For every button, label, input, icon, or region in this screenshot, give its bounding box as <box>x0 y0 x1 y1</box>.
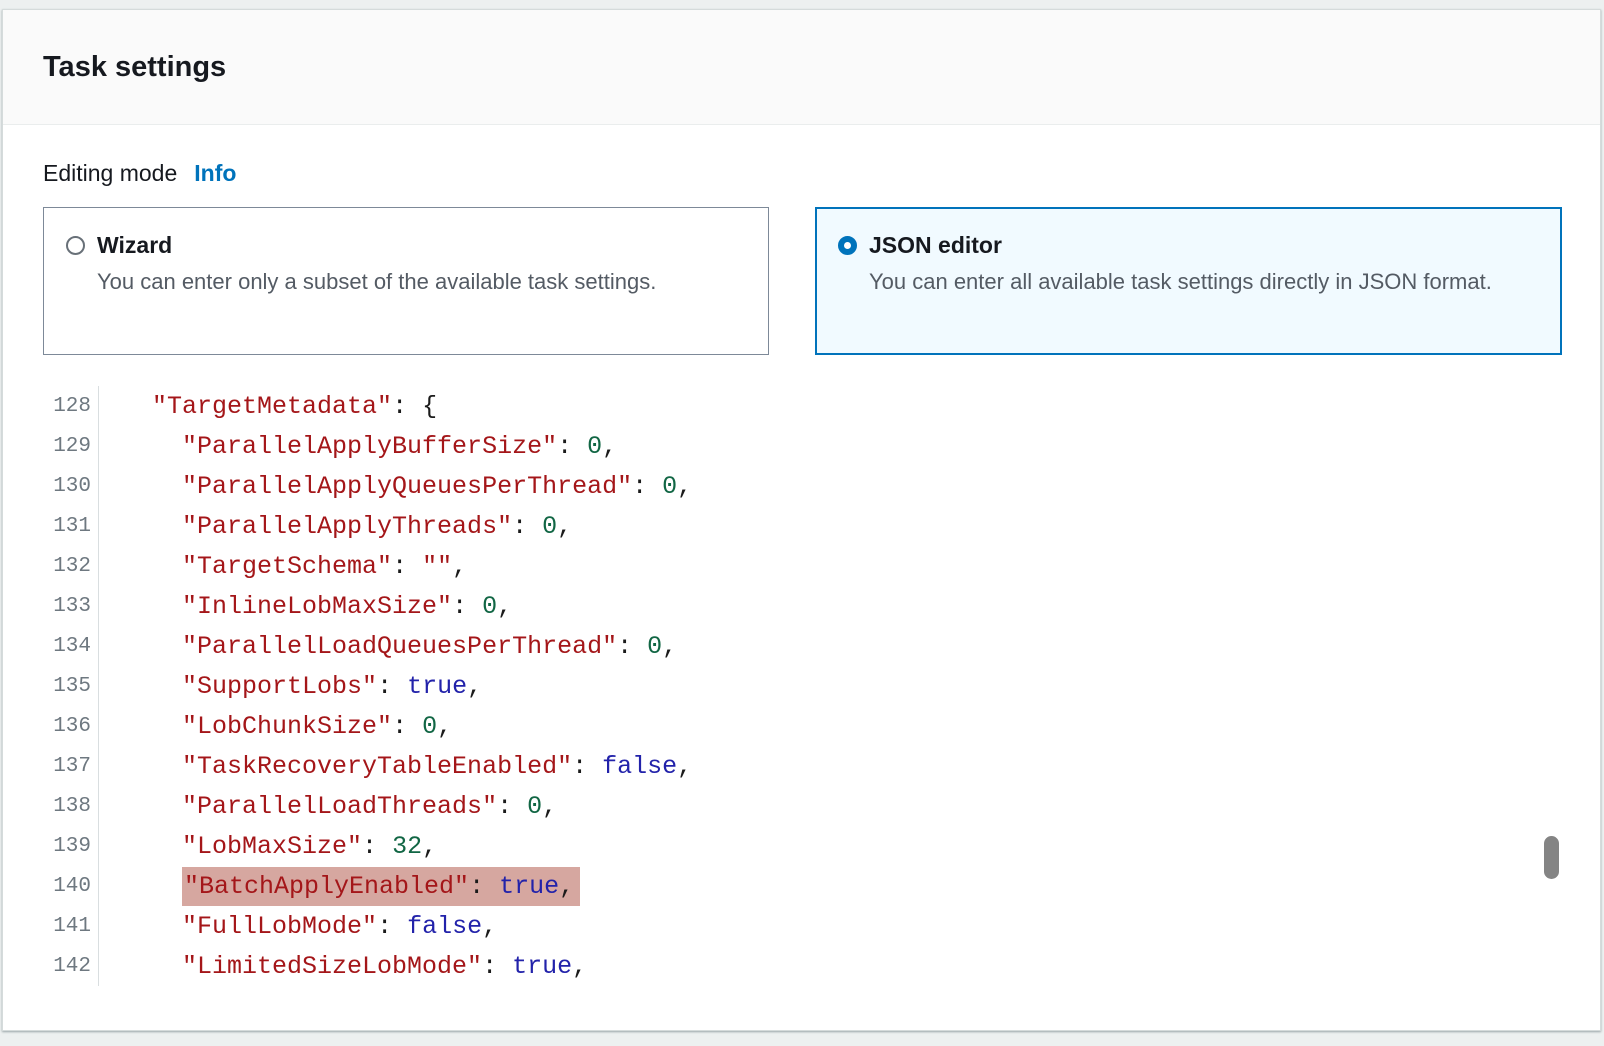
code-line-138[interactable]: 138 "ParallelLoadThreads": 0, <box>3 786 1543 826</box>
line-number: 135 <box>3 675 98 698</box>
line-number: 140 <box>3 875 98 898</box>
code-text[interactable]: "FullLobMode": false, <box>99 912 497 941</box>
code-line-133[interactable]: 133 "InlineLobMaxSize": 0, <box>3 586 1543 626</box>
code-line-136[interactable]: 136 "LobChunkSize": 0, <box>3 706 1543 746</box>
code-line-134[interactable]: 134 "ParallelLoadQueuesPerThread": 0, <box>3 626 1543 666</box>
code-text[interactable]: "LobChunkSize": 0, <box>99 712 452 741</box>
editing-mode-options: Wizard You can enter only a subset of the… <box>43 207 1562 355</box>
editing-mode-tile-wizard[interactable]: Wizard You can enter only a subset of the… <box>43 207 769 355</box>
line-number: 138 <box>3 795 98 818</box>
code-line-141[interactable]: 141 "FullLobMode": false, <box>3 906 1543 946</box>
code-line-135[interactable]: 135 "SupportLobs": true, <box>3 666 1543 706</box>
code-text[interactable]: "ParallelApplyQueuesPerThread": 0, <box>99 472 692 501</box>
page-title: Task settings <box>43 51 226 84</box>
editing-mode-tile-json-editor[interactable]: JSON editor You can enter all available t… <box>815 207 1562 355</box>
highlighted-code: "BatchApplyEnabled": true, <box>182 867 580 906</box>
code-text[interactable]: "SupportLobs": true, <box>99 672 482 701</box>
json-code-editor[interactable]: 128 "TargetMetadata": {129 "ParallelAppl… <box>3 386 1543 986</box>
code-text[interactable]: "LobMaxSize": 32, <box>99 832 437 861</box>
line-number: 136 <box>3 715 98 738</box>
code-text[interactable]: "ParallelApplyThreads": 0, <box>99 512 572 541</box>
line-number: 134 <box>3 635 98 658</box>
code-text[interactable]: "TaskRecoveryTableEnabled": false, <box>99 752 692 781</box>
line-number: 129 <box>3 435 98 458</box>
line-number: 142 <box>3 955 98 978</box>
code-line-131[interactable]: 131 "ParallelApplyThreads": 0, <box>3 506 1543 546</box>
line-number: 130 <box>3 475 98 498</box>
radio-button-wizard[interactable] <box>66 236 85 255</box>
line-number: 137 <box>3 755 98 778</box>
panel-header: Task settings <box>3 10 1600 125</box>
code-text[interactable]: "InlineLobMaxSize": 0, <box>99 592 512 621</box>
code-text[interactable]: "LimitedSizeLobMode": true, <box>99 952 587 981</box>
editing-mode-label: Editing mode <box>43 160 177 187</box>
tile-description: You can enter all available task setting… <box>869 266 1509 297</box>
code-text[interactable]: "TargetSchema": "", <box>99 552 467 581</box>
editing-mode-row: Editing mode Info <box>43 160 236 187</box>
tile-header: Wizard <box>66 232 748 259</box>
code-line-137[interactable]: 137 "TaskRecoveryTableEnabled": false, <box>3 746 1543 786</box>
tile-label: Wizard <box>97 232 172 259</box>
tile-description: You can enter only a subset of the avail… <box>97 266 737 297</box>
line-number: 141 <box>3 915 98 938</box>
code-line-140[interactable]: 140 "BatchApplyEnabled": true, <box>3 866 1543 906</box>
code-text[interactable]: "ParallelLoadThreads": 0, <box>99 792 557 821</box>
code-line-139[interactable]: 139 "LobMaxSize": 32, <box>3 826 1543 866</box>
code-text[interactable]: "TargetMetadata": { <box>99 392 437 421</box>
code-line-132[interactable]: 132 "TargetSchema": "", <box>3 546 1543 586</box>
code-line-130[interactable]: 130 "ParallelApplyQueuesPerThread": 0, <box>3 466 1543 506</box>
code-text[interactable]: "ParallelLoadQueuesPerThread": 0, <box>99 632 677 661</box>
line-number: 133 <box>3 595 98 618</box>
code-line-129[interactable]: 129 "ParallelApplyBufferSize": 0, <box>3 426 1543 466</box>
task-settings-panel: Task settings Editing mode Info Wizard Yo… <box>2 9 1601 1031</box>
code-text[interactable]: "ParallelApplyBufferSize": 0, <box>99 432 617 461</box>
line-number: 128 <box>3 395 98 418</box>
editor-scrollbar-thumb[interactable] <box>1544 836 1559 879</box>
line-number: 132 <box>3 555 98 578</box>
line-number: 139 <box>3 835 98 858</box>
info-link[interactable]: Info <box>194 160 236 187</box>
line-number: 131 <box>3 515 98 538</box>
code-line-142[interactable]: 142 "LimitedSizeLobMode": true, <box>3 946 1543 986</box>
radio-button-json-editor-selected[interactable] <box>838 236 857 255</box>
code-line-128[interactable]: 128 "TargetMetadata": { <box>3 386 1543 426</box>
tile-header: JSON editor <box>838 232 1541 259</box>
tile-label: JSON editor <box>869 232 1002 259</box>
code-text[interactable]: "BatchApplyEnabled": true, <box>99 872 580 901</box>
